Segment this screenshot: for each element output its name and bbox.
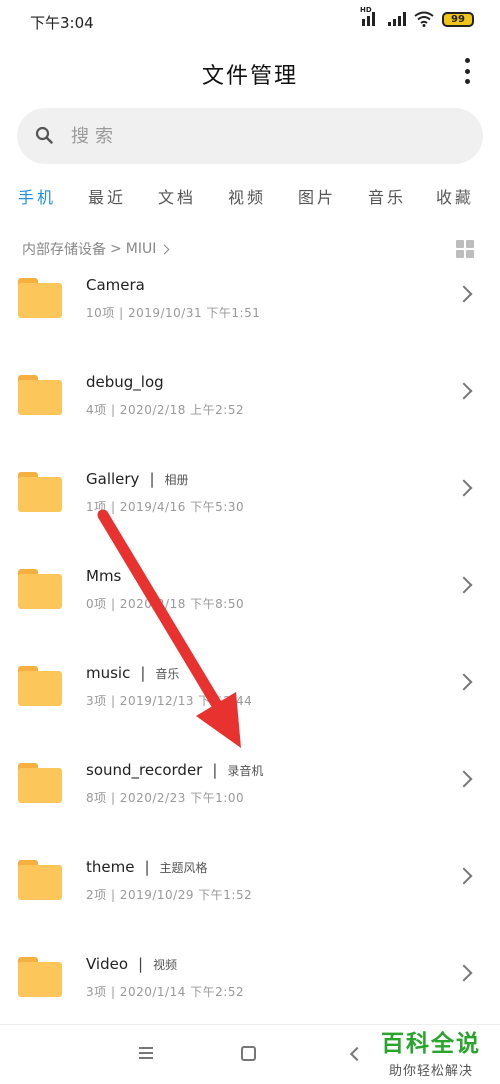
folder-name-text: sound_recorder xyxy=(86,761,203,779)
tab-images[interactable]: 图片 xyxy=(298,184,336,208)
folder-meta: 4项 | 2020/2/18 上午2:52 xyxy=(86,403,245,417)
folder-name-text: Camera xyxy=(86,276,145,294)
tab-recent[interactable]: 最近 xyxy=(88,184,126,208)
watermark-logo: 百科全说 助你轻松解决 xyxy=(376,1024,486,1079)
folder-icon xyxy=(18,472,62,512)
home-icon[interactable] xyxy=(241,1046,256,1061)
watermark-title: 百科全说 xyxy=(381,1031,481,1057)
chevron-right-icon xyxy=(455,285,473,303)
category-tabs: 手机 最近 文档 视频 图片 音乐 收藏 xyxy=(0,176,500,216)
tab-videos[interactable]: 视频 xyxy=(228,184,266,208)
folder-meta: 3项 | 2019/12/13 下午2:44 xyxy=(86,694,253,708)
folder-icon xyxy=(18,957,62,997)
folder-name-text: theme xyxy=(86,858,135,876)
chevron-right-icon xyxy=(455,479,473,497)
tab-phone[interactable]: 手机 xyxy=(18,184,56,208)
list-item[interactable]: debug_log 4项 | 2020/2/18 上午2:52 xyxy=(0,347,500,444)
folder-meta: 3项 | 2020/1/14 下午2:52 xyxy=(86,985,245,999)
folder-name: music | 音乐 xyxy=(86,664,180,682)
folder-name: Gallery | 相册 xyxy=(86,470,189,488)
battery-icon: 99 xyxy=(442,11,474,27)
folder-icon xyxy=(18,375,62,415)
back-icon[interactable] xyxy=(349,1046,365,1062)
folder-meta: 0项 | 2020/2/18 下午8:50 xyxy=(86,597,245,611)
folder-meta: 10项 | 2019/10/31 下午1:51 xyxy=(86,306,261,320)
list-item[interactable]: Gallery | 相册 1项 | 2019/4/16 下午5:30 xyxy=(0,444,500,541)
list-item[interactable]: theme | 主题风格 2项 | 2019/10/29 下午1:52 xyxy=(0,832,500,929)
folder-alias: 录音机 xyxy=(227,764,264,778)
search-bar[interactable] xyxy=(17,108,483,164)
watermark-subtitle: 助你轻松解决 xyxy=(388,1064,473,1079)
tab-documents[interactable]: 文档 xyxy=(158,184,196,208)
signal-icon xyxy=(388,12,406,26)
more-options-icon[interactable] xyxy=(462,58,472,84)
folder-name-text: Gallery xyxy=(86,470,140,488)
folder-name: Mms xyxy=(86,567,121,585)
chevron-right-icon xyxy=(455,770,473,788)
folder-name-text: Mms xyxy=(86,567,122,585)
tab-music[interactable]: 音乐 xyxy=(368,184,406,208)
folder-name-text: debug_log xyxy=(86,373,164,391)
folder-meta: 2项 | 2019/10/29 下午1:52 xyxy=(86,888,253,902)
chevron-right-icon xyxy=(455,964,473,982)
list-item[interactable]: Mms 0项 | 2020/2/18 下午8:50 xyxy=(0,541,500,638)
folder-name: debug_log xyxy=(86,373,164,391)
folder-meta: 8项 | 2020/2/23 下午1:00 xyxy=(86,791,245,805)
folder-name: Video | 视频 xyxy=(86,955,178,973)
page-title: 文件管理 xyxy=(201,64,298,89)
app-header: 文件管理 xyxy=(0,44,500,100)
folder-alias: 视频 xyxy=(153,958,178,972)
folder-icon xyxy=(18,860,62,900)
chevron-right-icon xyxy=(455,382,473,400)
status-icons: HD 99 xyxy=(360,6,474,27)
status-time: 下午3:04 xyxy=(30,14,94,32)
folder-icon xyxy=(18,666,62,706)
chevron-right-icon xyxy=(455,867,473,885)
folder-icon xyxy=(18,569,62,609)
list-item[interactable]: music | 音乐 3项 | 2019/12/13 下午2:44 xyxy=(0,638,500,735)
folder-name: theme | 主题风格 xyxy=(86,858,208,876)
folder-alias: 主题风格 xyxy=(159,861,208,875)
folder-name-text: Video xyxy=(86,955,129,973)
search-input[interactable] xyxy=(71,108,451,164)
signal-icon-hd: HD xyxy=(360,6,380,26)
folder-alias: 音乐 xyxy=(155,667,180,681)
list-item[interactable]: Video | 视频 3项 | 2020/1/14 下午2:52 xyxy=(0,929,500,1026)
folder-alias: 相册 xyxy=(164,473,189,487)
chevron-right-icon xyxy=(455,576,473,594)
wifi-icon xyxy=(414,11,434,27)
list-item[interactable]: Camera 10项 | 2019/10/31 下午1:51 xyxy=(0,250,500,347)
status-bar: 下午3:04 HD 99 xyxy=(0,0,500,44)
hd-label: HD xyxy=(360,6,372,14)
folder-meta: 1项 | 2019/4/16 下午5:30 xyxy=(86,500,245,514)
folder-name: sound_recorder | 录音机 xyxy=(86,761,264,779)
search-icon xyxy=(35,126,53,144)
list-item[interactable]: sound_recorder | 录音机 8项 | 2020/2/23 下午1:00 xyxy=(0,735,500,832)
folder-icon xyxy=(18,278,62,318)
chevron-right-icon xyxy=(455,673,473,691)
menu-icon[interactable] xyxy=(139,1047,153,1059)
tabs-fade xyxy=(460,176,500,216)
folder-icon xyxy=(18,763,62,803)
folder-name-text: music xyxy=(86,664,131,682)
folder-name: Camera xyxy=(86,276,145,294)
